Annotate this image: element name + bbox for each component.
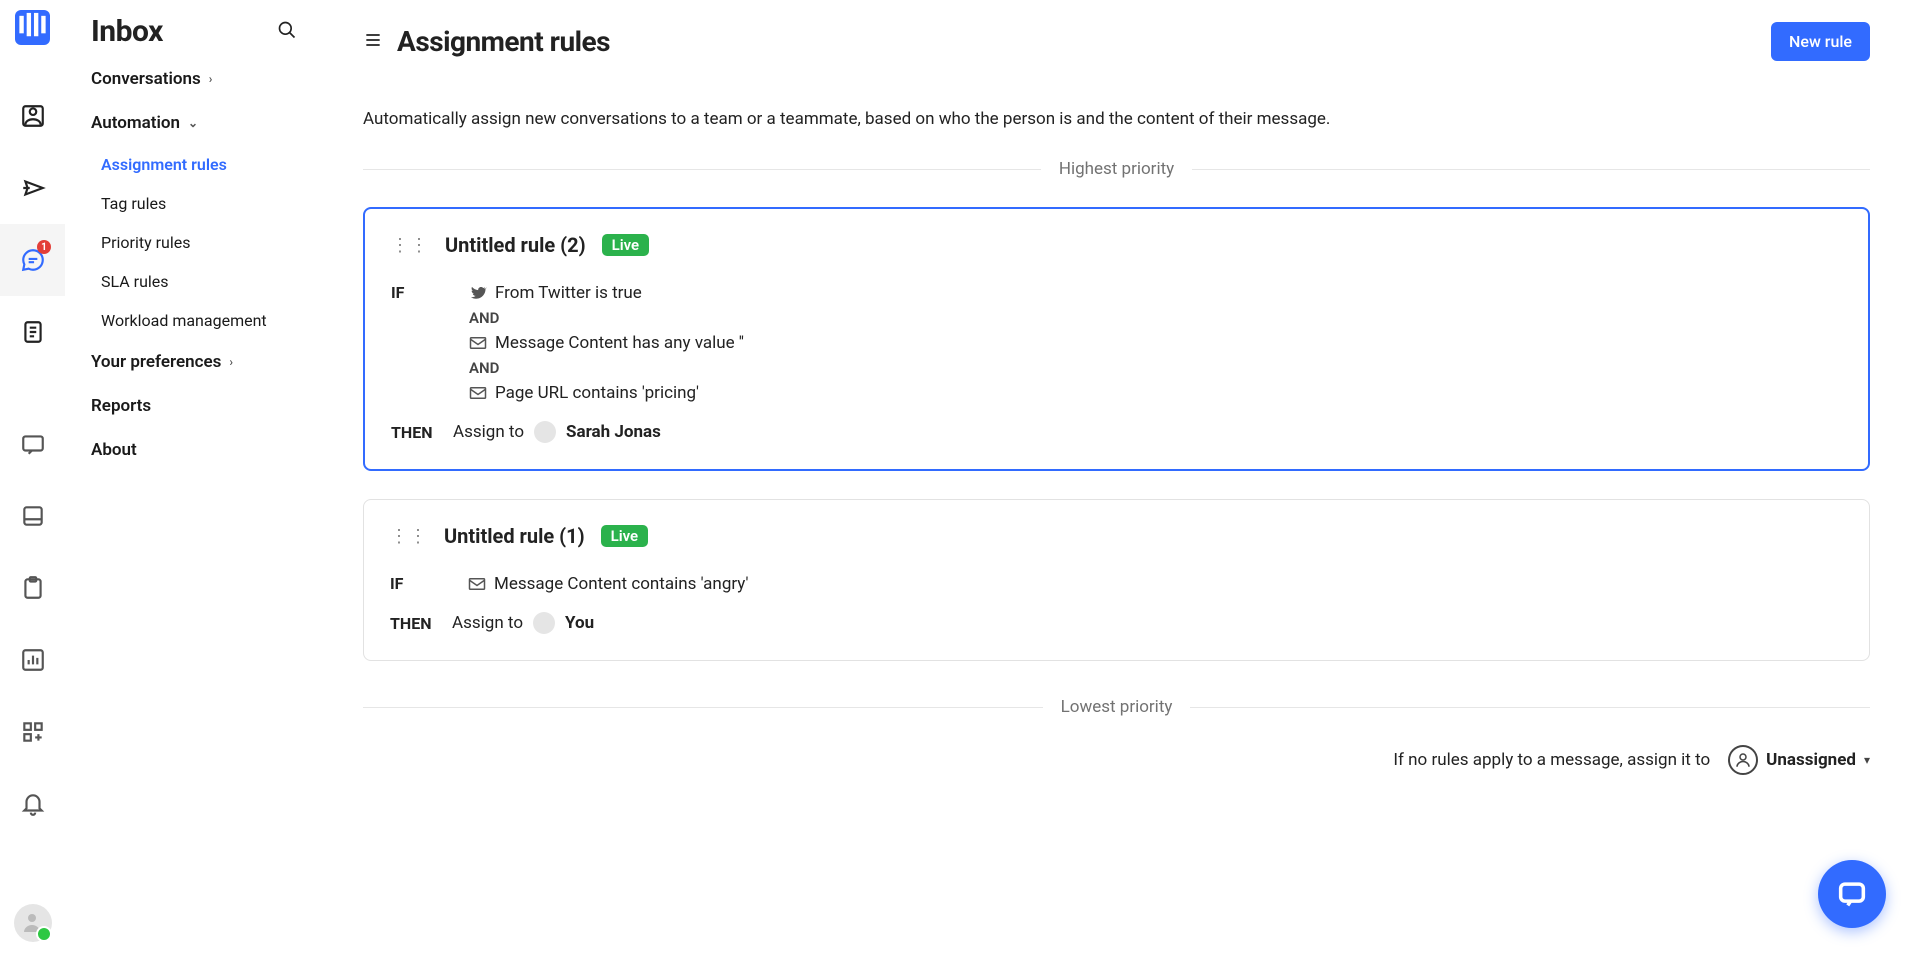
nav-clipboard-icon[interactable] <box>0 552 65 624</box>
status-badge: Live <box>602 234 650 256</box>
chevron-right-icon: › <box>209 72 213 86</box>
nav-book-icon[interactable] <box>0 480 65 552</box>
nav-workload[interactable]: Workload management <box>75 301 323 340</box>
assignee-name: Sarah Jonas <box>566 422 661 442</box>
fallback-text: If no rules apply to a message, assign i… <box>1393 750 1710 770</box>
rule-card[interactable]: ⋮⋮ Untitled rule (2) Live IF From Twitte… <box>363 207 1870 471</box>
rule-title: Untitled rule (1) <box>444 524 585 548</box>
chevron-down-icon: ⌄ <box>188 116 198 130</box>
chevron-right-icon: › <box>229 355 233 369</box>
icon-rail: 1 <box>0 0 65 954</box>
person-icon <box>1728 745 1758 775</box>
assignee-name: You <box>565 613 594 633</box>
page-description: Automatically assign new conversations t… <box>363 69 1870 159</box>
nav-priority-rules[interactable]: Priority rules <box>75 223 323 262</box>
drag-handle-icon[interactable]: ⋮⋮ <box>390 526 428 547</box>
menu-icon[interactable] <box>363 30 383 54</box>
rule-title: Untitled rule (2) <box>445 233 586 257</box>
lowest-priority-divider: Lowest priority <box>363 697 1870 717</box>
nav-apps-icon[interactable] <box>0 696 65 768</box>
nav-chat-icon[interactable] <box>0 408 65 480</box>
then-label: THEN <box>390 614 442 633</box>
section-automation[interactable]: Automation ⌄ <box>65 101 323 145</box>
condition: Message Content contains 'angry' <box>468 574 748 594</box>
search-icon[interactable] <box>277 20 297 44</box>
twitter-icon <box>469 284 487 302</box>
nav-sla-rules[interactable]: SLA rules <box>75 262 323 301</box>
page-title: Assignment rules <box>397 25 610 58</box>
nav-chart-icon[interactable] <box>0 624 65 696</box>
section-about[interactable]: About <box>65 428 323 472</box>
section-conversations[interactable]: Conversations › <box>65 57 323 101</box>
mail-icon <box>468 577 486 591</box>
drag-handle-icon[interactable]: ⋮⋮ <box>391 235 429 256</box>
highest-priority-divider: Highest priority <box>363 159 1870 179</box>
avatar <box>534 421 556 443</box>
nav-people-icon[interactable] <box>0 80 65 152</box>
main-content: Assignment rules New rule Automatically … <box>323 0 1920 954</box>
mail-icon <box>469 336 487 350</box>
if-label: IF <box>390 574 442 594</box>
nav-docs-icon[interactable] <box>0 296 65 368</box>
app-logo[interactable] <box>15 10 50 45</box>
section-preferences[interactable]: Your preferences › <box>65 340 323 384</box>
badge-count: 1 <box>37 240 51 254</box>
sidebar-title: Inbox <box>91 14 163 49</box>
user-avatar[interactable] <box>14 904 52 942</box>
then-label: THEN <box>391 423 443 442</box>
if-label: IF <box>391 283 443 403</box>
rule-card[interactable]: ⋮⋮ Untitled rule (1) Live IF Message Con… <box>363 499 1870 661</box>
avatar <box>533 612 555 634</box>
nav-tag-rules[interactable]: Tag rules <box>75 184 323 223</box>
fallback-assignee-select[interactable]: Unassigned ▾ <box>1728 745 1870 775</box>
sidebar: Inbox Conversations › Automation ⌄ Assig… <box>65 0 323 954</box>
condition: From Twitter is true <box>469 283 744 303</box>
condition: Page URL contains 'pricing' <box>469 383 744 403</box>
caret-down-icon: ▾ <box>1864 753 1870 767</box>
nav-send-icon[interactable] <box>0 152 65 224</box>
nav-inbox-icon[interactable]: 1 <box>0 224 65 296</box>
mail-icon <box>469 386 487 400</box>
status-badge: Live <box>601 525 649 547</box>
new-rule-button[interactable]: New rule <box>1771 22 1870 61</box>
nav-assignment-rules[interactable]: Assignment rules <box>75 145 323 184</box>
help-button[interactable] <box>1818 860 1886 928</box>
section-reports[interactable]: Reports <box>65 384 323 428</box>
nav-bell-icon[interactable] <box>0 768 65 840</box>
condition: Message Content has any value '' <box>469 333 744 353</box>
